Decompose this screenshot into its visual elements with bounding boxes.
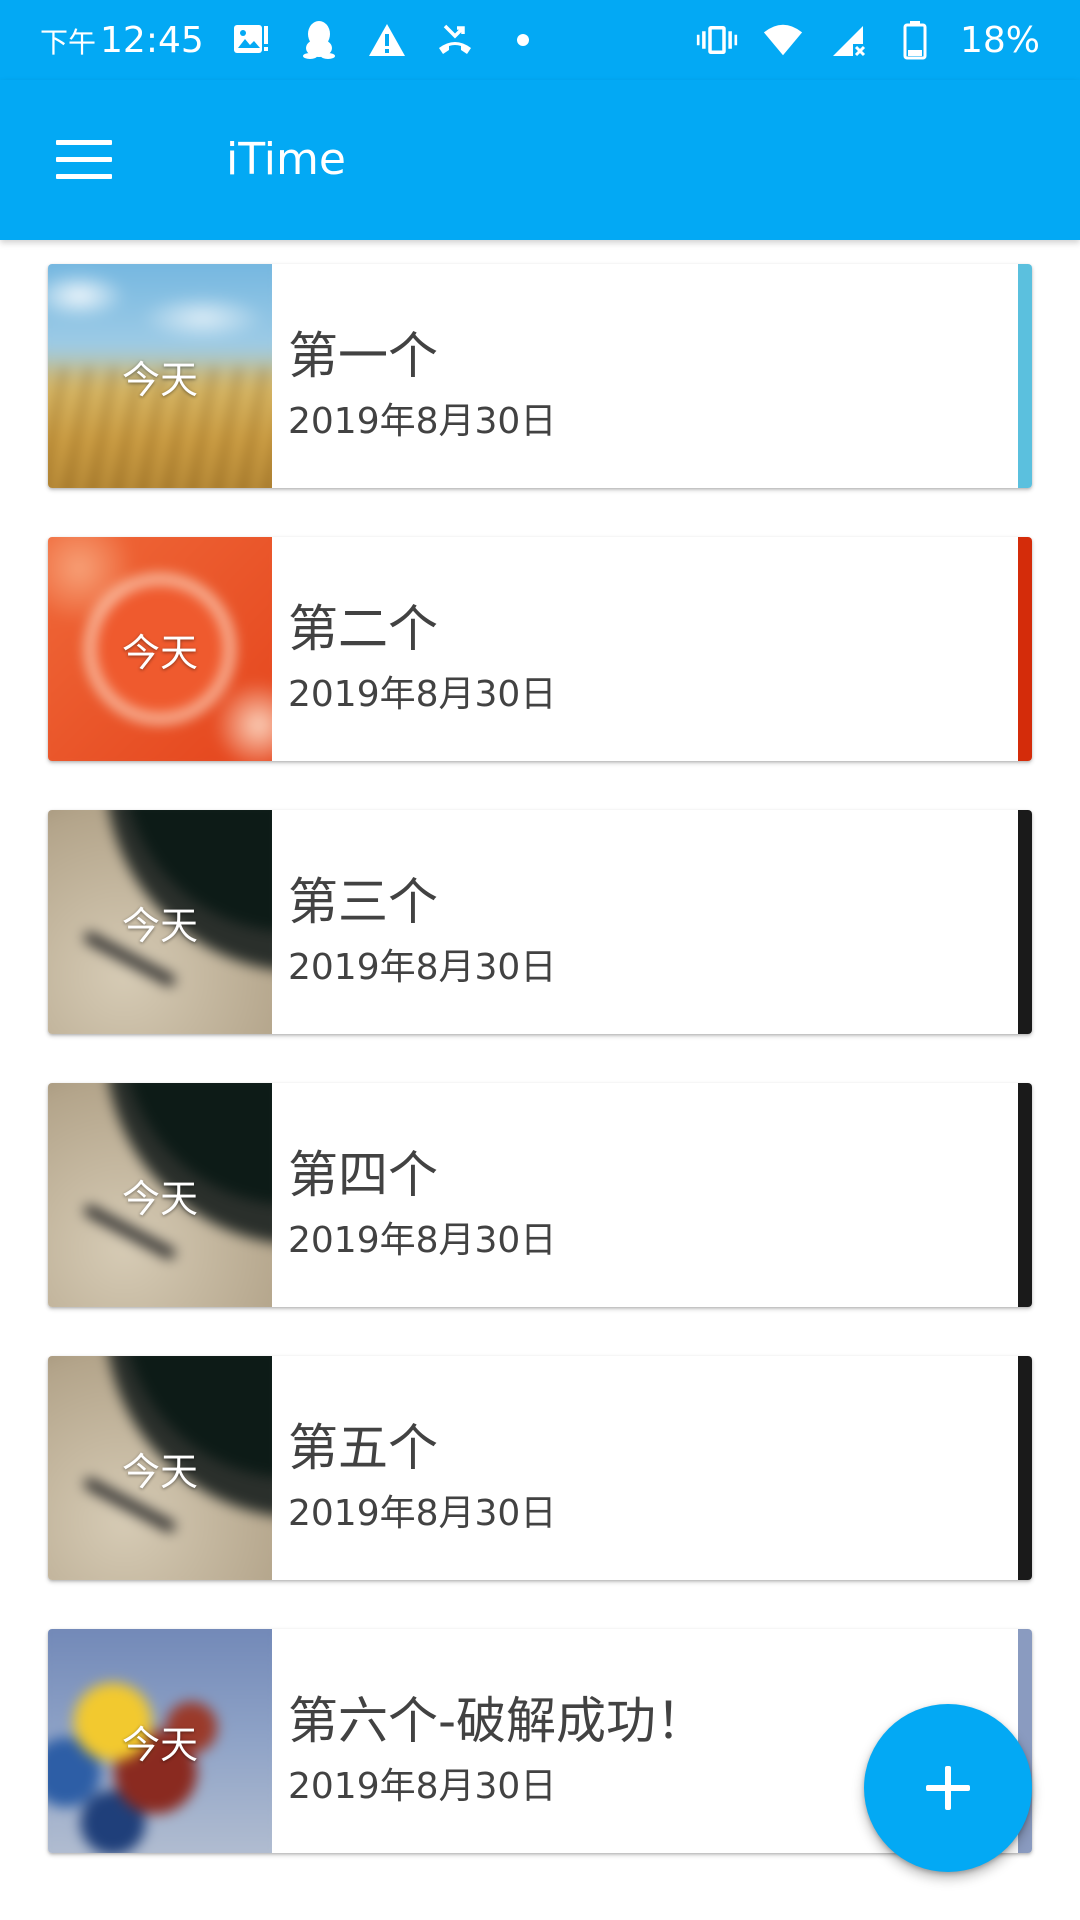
event-date: 2019年8月30日 [288,401,557,442]
event-card[interactable]: 今天 第三个 2019年8月30日 [48,810,1032,1034]
wifi-icon [762,19,804,61]
event-info: 第四个 2019年8月30日 [288,1083,1012,1307]
event-thumbnail: 今天 [48,810,272,1034]
event-card[interactable]: 今天 第二个 2019年8月30日 [48,537,1032,761]
status-time: 12:45 [100,19,204,61]
event-thumbnail: 今天 [48,537,272,761]
accent-bar [1018,810,1032,1034]
status-right: 18% [696,0,1040,80]
accent-bar [1018,264,1032,488]
event-title: 第六个-破解成功！ [288,1692,707,1750]
status-left: 下午 12:45 [40,0,544,80]
battery-icon [894,19,936,61]
event-thumbnail: 今天 [48,1356,272,1580]
event-date: 2019年8月30日 [288,947,557,988]
event-info: 第五个 2019年8月30日 [288,1356,1012,1580]
event-card[interactable]: 今天 第五个 2019年8月30日 [48,1356,1032,1580]
thumbnail-label: 今天 [121,357,198,402]
event-title: 第一个 [288,327,438,385]
accent-bar [1018,1083,1032,1307]
dot-icon [502,19,544,61]
qq-icon [298,19,340,61]
hamburger-menu-icon [56,140,112,180]
thumbnail-label: 今天 [121,630,198,675]
plus-icon [926,1766,970,1810]
thumbnail-label: 今天 [121,1176,198,1221]
image-alert-icon [230,19,272,61]
event-title: 第五个 [288,1419,438,1477]
event-thumbnail: 今天 [48,1629,272,1853]
menu-button[interactable] [36,124,132,196]
event-date: 2019年8月30日 [288,1766,557,1807]
cell-signal-icon [828,19,870,61]
event-info: 第三个 2019年8月30日 [288,810,1012,1034]
event-title: 第四个 [288,1146,438,1204]
warning-icon [366,19,408,61]
status-ampm: 下午 [40,25,97,59]
event-date: 2019年8月30日 [288,674,557,715]
missed-call-icon [434,19,476,61]
event-title: 第二个 [288,600,438,658]
accent-bar [1018,1356,1032,1580]
battery-percent: 18% [959,19,1040,61]
thumbnail-label: 今天 [121,903,198,948]
event-info: 第一个 2019年8月30日 [288,264,1012,488]
app-bar: iTime [0,80,1080,240]
event-date: 2019年8月30日 [288,1220,557,1261]
event-thumbnail: 今天 [48,264,272,488]
event-info: 第二个 2019年8月30日 [288,537,1012,761]
app-title: iTime [226,134,346,185]
accent-bar [1018,537,1032,761]
status-bar: 下午 12:45 18% [0,0,1080,80]
event-date: 2019年8月30日 [288,1493,557,1534]
thumbnail-label: 今天 [121,1722,198,1767]
event-thumbnail: 今天 [48,1083,272,1307]
event-card[interactable]: 今天 第四个 2019年8月30日 [48,1083,1032,1307]
add-event-button[interactable] [864,1704,1032,1872]
thumbnail-label: 今天 [121,1449,198,1494]
vibrate-icon [696,19,738,61]
event-list: 今天 第一个 2019年8月30日 今天 第二个 2019年8月30日 今天 第… [48,264,1032,1902]
event-title: 第三个 [288,873,438,931]
status-clock: 下午 12:45 [40,20,204,61]
event-card[interactable]: 今天 第一个 2019年8月30日 [48,264,1032,488]
